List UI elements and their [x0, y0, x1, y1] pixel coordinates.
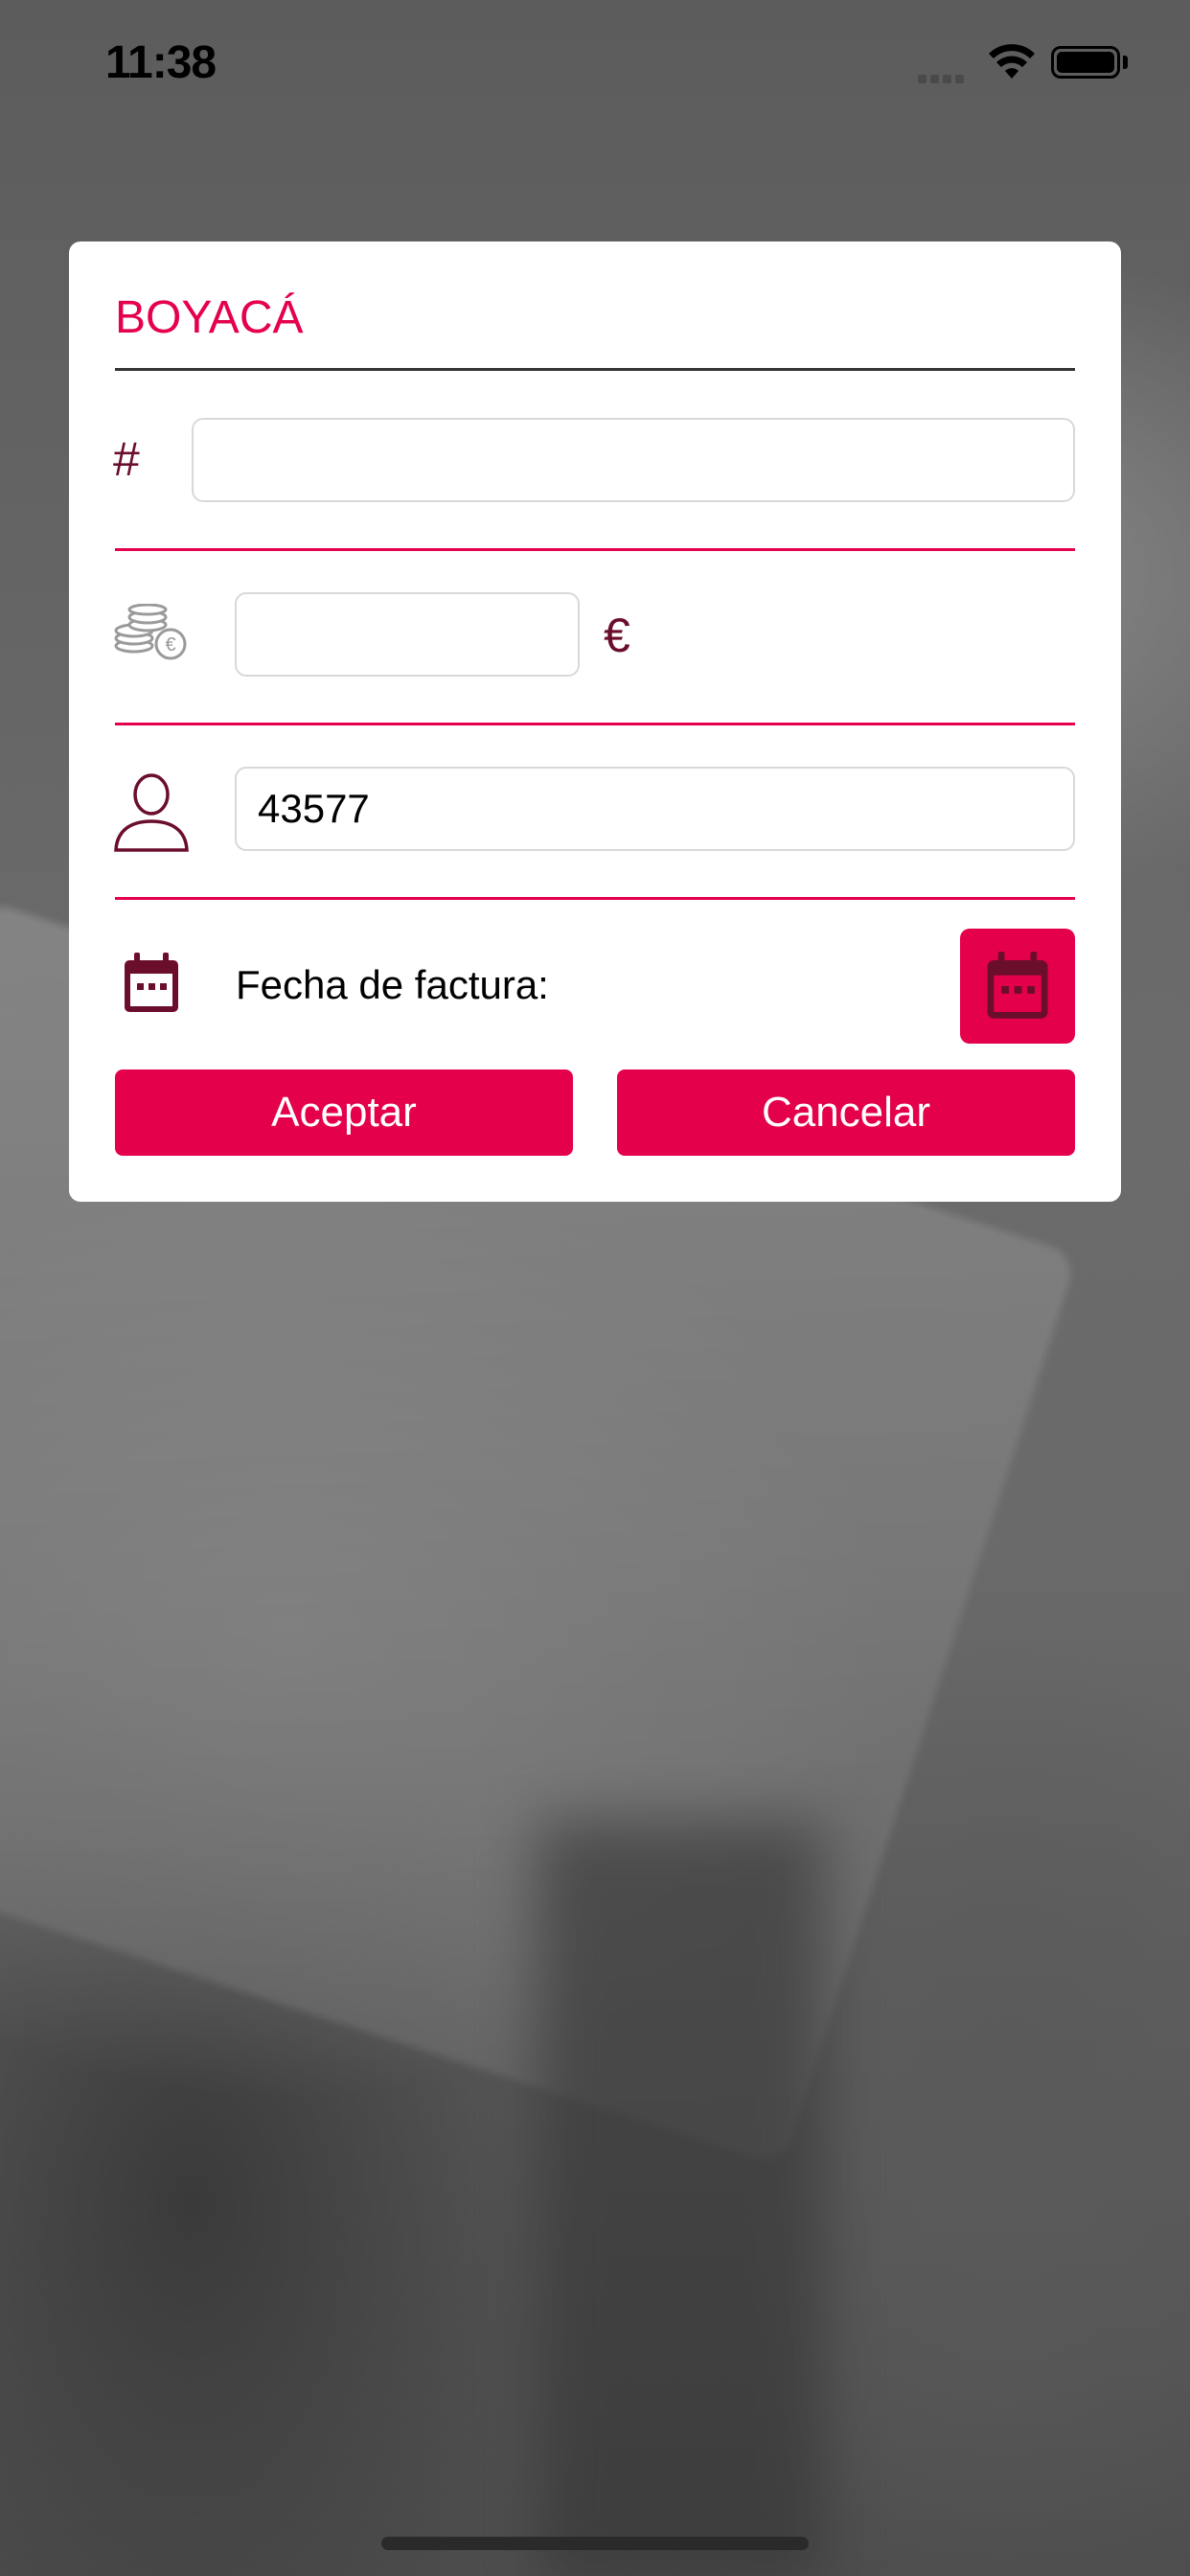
svg-text:€: €: [165, 634, 175, 656]
cellular-signal-icon: [918, 71, 968, 88]
invoice-dialog: BOYACÁ # € € 43577 Fecha de factura: Ace…: [69, 242, 1121, 1202]
user-icon: [114, 773, 189, 852]
invoice-date-label: Fecha de factura:: [236, 962, 549, 1007]
currency-label: €: [604, 609, 630, 662]
accept-button[interactable]: Aceptar: [115, 1070, 573, 1156]
calendar-icon: [987, 952, 1048, 1019]
amount-input[interactable]: [235, 592, 580, 677]
dialog-title: BOYACÁ: [115, 292, 304, 343]
hash-icon: #: [113, 432, 140, 486]
calendar-icon: [125, 953, 178, 1012]
battery-icon: [1051, 46, 1120, 79]
date-picker-button[interactable]: [960, 929, 1075, 1044]
divider: [115, 723, 1075, 725]
cancel-button[interactable]: Cancelar: [617, 1070, 1075, 1156]
user-id-input[interactable]: 43577: [235, 767, 1075, 851]
wifi-icon: [989, 44, 1035, 79]
status-bar: 11:38: [0, 0, 1190, 126]
title-divider: [115, 368, 1075, 371]
divider: [115, 897, 1075, 900]
invoice-number-input[interactable]: [192, 418, 1075, 502]
status-time: 11:38: [105, 37, 217, 88]
divider: [115, 548, 1075, 551]
home-indicator[interactable]: [381, 2537, 809, 2550]
coins-euro-icon: €: [114, 604, 187, 660]
